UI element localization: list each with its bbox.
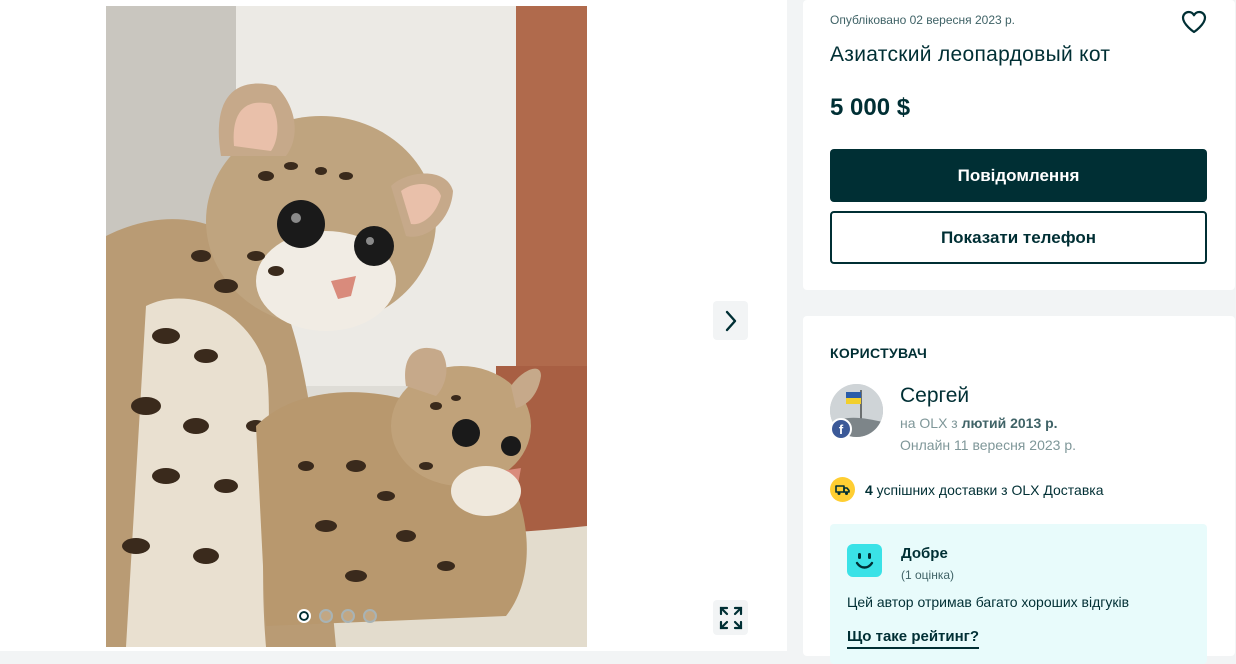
posted-date: Опубліковано 02 вересня 2023 р. [830, 13, 1016, 27]
rating-info-link[interactable]: Що таке рейтинг? [847, 628, 980, 649]
offer-card: Опубліковано 02 вересня 2023 р. Азиатски… [803, 0, 1235, 290]
listing-title: Азиатский леопардовый кот [830, 43, 1111, 66]
smile-icon [847, 544, 882, 577]
member-since: на OLX з лютий 2013 р. [900, 415, 1058, 431]
pagination-dot[interactable] [319, 609, 333, 623]
listing-photo[interactable] [106, 6, 587, 647]
delivery-label: успішних доставки з OLX Доставка [872, 481, 1104, 498]
delivery-text: 4 успішних доставки з OLX Доставка [865, 482, 1104, 498]
delivery-truck-icon [830, 477, 855, 502]
rating-label: Добре [901, 545, 948, 562]
expand-icon [719, 606, 742, 629]
facebook-icon: f [830, 418, 852, 440]
photo-pagination [297, 609, 377, 623]
fullscreen-button[interactable] [713, 600, 748, 635]
pagination-dot[interactable] [341, 609, 355, 623]
favorite-button[interactable] [1181, 10, 1207, 34]
user-card: КОРИСТУВАЧ f Сергей на OLX з лютий 2013 … [803, 316, 1235, 664]
rating-box: Добре (1 оцінка) Цей автор отримав багат… [830, 524, 1207, 664]
delivery-count: 4 [865, 481, 873, 498]
rating-description: Цей автор отримав багато хороших відгукі… [847, 594, 1130, 610]
next-photo-button[interactable] [713, 301, 748, 340]
last-online: Онлайн 11 вересня 2023 р. [900, 437, 1076, 453]
delivery-stats: 4 успішних доставки з OLX Доставка [830, 477, 1104, 502]
listing-price: 5 000 $ [830, 94, 911, 121]
heart-icon [1181, 10, 1207, 34]
user-section-title: КОРИСТУВАЧ [830, 345, 928, 361]
rating-count: (1 оцінка) [901, 568, 955, 582]
cats-illustration [106, 6, 587, 647]
message-button[interactable]: Повідомлення [830, 149, 1207, 202]
member-since-prefix: на OLX з [900, 415, 962, 431]
member-since-date: лютий 2013 р. [961, 415, 1058, 431]
pagination-dot[interactable] [363, 609, 377, 623]
pagination-dot[interactable] [297, 609, 311, 623]
photo-gallery [0, 0, 787, 651]
chevron-right-icon [725, 310, 736, 331]
user-name[interactable]: Сергей [900, 384, 969, 408]
show-phone-button[interactable]: Показати телефон [830, 211, 1207, 264]
